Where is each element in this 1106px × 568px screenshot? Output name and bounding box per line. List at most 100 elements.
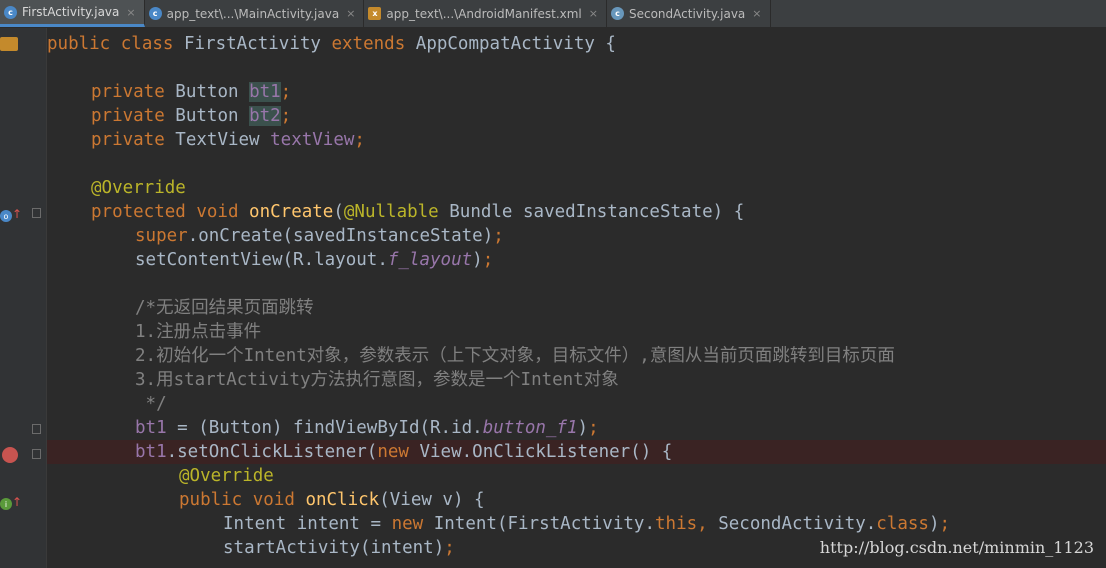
keyword: void: [252, 490, 306, 510]
tab-main-activity[interactable]: c app_text\...\MainActivity.java ×: [145, 0, 365, 27]
static-field: button_f1: [482, 418, 578, 438]
static-field: f_layout: [387, 250, 473, 270]
parameters: Bundle savedInstanceState) {: [449, 202, 745, 222]
code-line-new-intent: Intent intent = new Intent(FirstActivity…: [223, 512, 950, 536]
class-ref: SecondActivity.: [718, 514, 877, 534]
override-method-icon[interactable]: o: [0, 210, 12, 222]
watermark-url: http://blog.csdn.net/minmin_1123: [819, 538, 1094, 557]
keyword: private: [91, 82, 176, 102]
call: .setOnClickListener(: [166, 442, 378, 462]
class-name: FirstActivity: [183, 34, 332, 54]
code-line-annotation: @Override: [179, 464, 274, 488]
semicolon: ;: [588, 418, 599, 438]
code-line-annotation: @Override: [91, 176, 186, 200]
declaration: Intent intent =: [223, 514, 392, 534]
keyword: new: [391, 514, 434, 534]
code-line-setonclicklistener: bt1.setOnClickListener(new View.OnClickL…: [135, 440, 672, 464]
tab-first-activity[interactable]: c FirstActivity.java ×: [0, 0, 145, 27]
paren: ): [928, 514, 940, 534]
annotation: @Override: [91, 178, 186, 198]
semicolon: ;: [493, 226, 504, 246]
fold-marker-icon[interactable]: [32, 449, 41, 459]
arrow-up-icon: ↑: [12, 207, 23, 221]
fold-marker-icon[interactable]: [32, 208, 41, 218]
keyword: void: [196, 202, 250, 222]
code-editor[interactable]: public class FirstActivity extends AppCo…: [47, 28, 1106, 568]
xml-file-icon: x: [368, 7, 382, 20]
call: Intent(FirstActivity.: [433, 514, 655, 534]
field-name: bt1: [135, 418, 178, 438]
tab-label: app_text\...\MainActivity.java: [166, 6, 340, 21]
keyword: new: [377, 442, 420, 462]
java-class-icon: c: [148, 7, 162, 20]
keyword: private: [91, 130, 176, 150]
close-icon[interactable]: ×: [752, 7, 761, 20]
type: TextView: [175, 130, 271, 150]
keyword: private: [91, 106, 176, 126]
editor-tab-bar: c FirstActivity.java × c app_text\...\Ma…: [0, 0, 1106, 28]
method-name: onCreate: [249, 202, 334, 222]
implement-method-icon[interactable]: i: [0, 498, 12, 510]
keyword: super: [135, 226, 188, 246]
parameters: (View v) {: [379, 490, 485, 510]
close-icon[interactable]: ×: [346, 7, 355, 20]
tab-android-manifest[interactable]: x app_text\...\AndroidManifest.xml ×: [364, 0, 607, 27]
close-icon[interactable]: ×: [126, 6, 135, 19]
code-line-comment: 1.注册点击事件: [135, 322, 262, 342]
keyword: protected: [91, 202, 197, 222]
method-name: onClick: [305, 490, 380, 510]
code-line-setcontentview: setContentView(R.layout.f_layout);: [135, 248, 493, 272]
superclass: AppCompatActivity {: [415, 34, 616, 54]
keyword: public class: [47, 34, 184, 54]
code-line-comment: /*无返回结果页面跳转: [135, 298, 314, 318]
close-icon[interactable]: ×: [589, 7, 598, 20]
type: Button: [175, 106, 250, 126]
semicolon: ;: [354, 130, 365, 150]
tab-label: SecondActivity.java: [628, 6, 746, 21]
tab-second-activity[interactable]: c SecondActivity.java ×: [607, 0, 771, 27]
code-line-findviewbyid: bt1 = (Button) findViewById(R.id.button_…: [135, 416, 599, 440]
code-line-super-oncreate: super.onCreate(savedInstanceState);: [135, 224, 504, 248]
field-name: bt1: [249, 82, 281, 102]
code-line-comment: */: [135, 394, 167, 414]
call: setContentView(R.layout.: [135, 250, 388, 270]
keyword: class: [876, 514, 929, 534]
field-name: bt1: [135, 442, 167, 462]
semicolon: ;: [444, 538, 455, 558]
fold-marker-icon[interactable]: [32, 424, 41, 434]
call: = (Button) findViewById(R.id.: [177, 418, 483, 438]
annotation: @Override: [179, 466, 274, 486]
field-name: textView: [270, 130, 355, 150]
tab-label: FirstActivity.java: [22, 5, 120, 19]
code-line-comment: 3.用startActivity方法执行意图，参数是一个Intent对象: [135, 370, 619, 390]
call: startActivity(intent): [223, 538, 445, 558]
semicolon: ;: [482, 250, 494, 270]
java-class-icon: c: [4, 5, 17, 19]
keyword: this: [655, 514, 698, 534]
annotation: @Nullable: [343, 202, 450, 222]
keyword: public: [179, 490, 253, 510]
editor-gutter[interactable]: o ↑ i ↑: [0, 28, 47, 568]
paren: ): [577, 418, 589, 438]
comma: ,: [697, 514, 719, 534]
layout-file-icon[interactable]: [0, 37, 18, 51]
semicolon: ;: [280, 106, 292, 126]
code-line-field-textview: private TextView textView;: [91, 128, 365, 152]
semicolon: ;: [939, 514, 951, 534]
code-line-class-declaration: public class FirstActivity extends AppCo…: [47, 32, 616, 56]
paren: (: [333, 202, 344, 222]
anonymous-class: View.OnClickListener() {: [419, 442, 673, 462]
code-line-field-bt2: private Button bt2;: [91, 104, 291, 128]
code-line-comment: 2.初始化一个Intent对象，参数表示（上下文对象，目标文件）,意图从当前页面…: [135, 346, 895, 366]
call: .onCreate(savedInstanceState): [187, 226, 494, 246]
code-line-field-bt1: private Button bt1;: [91, 80, 291, 104]
type: Button: [175, 82, 250, 102]
paren: ): [472, 250, 483, 270]
semicolon: ;: [280, 82, 292, 102]
field-name: bt2: [249, 106, 281, 126]
arrow-up-icon: ↑: [12, 495, 23, 509]
code-line-onclick: public void onClick(View v) {: [179, 488, 485, 512]
breakpoint-icon[interactable]: [2, 447, 18, 463]
keyword: extends: [331, 34, 416, 54]
code-line-oncreate: protected void onCreate(@Nullable Bundle…: [91, 200, 744, 224]
